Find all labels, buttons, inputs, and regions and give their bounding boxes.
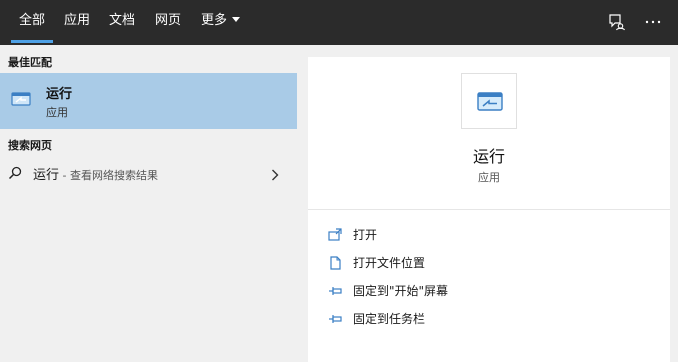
best-match-subtitle: 应用 <box>46 106 68 119</box>
run-app-icon <box>8 86 34 112</box>
search-filter-bar: 全部 应用 文档 网页 更多 <box>0 0 678 45</box>
pin-icon <box>328 311 342 325</box>
tab-documents[interactable]: 文档 <box>109 0 135 45</box>
pin-icon <box>328 283 342 297</box>
tab-all[interactable]: 全部 <box>10 0 54 45</box>
action-open[interactable]: 打开 <box>328 224 648 246</box>
tab-documents-label: 文档 <box>109 13 136 28</box>
details-panel: 运行 应用 打开 打开文件位置 固定到"开始"屏幕 固定到任务栏 <box>308 57 670 362</box>
action-open-file-location-label: 打开文件位置 <box>353 256 426 270</box>
chevron-right-icon[interactable] <box>271 166 279 181</box>
action-pin-to-taskbar[interactable]: 固定到任务栏 <box>328 308 648 330</box>
web-result-suffix: - 查看网络搜索结果 <box>59 169 158 182</box>
web-result-text: 运行 - 查看网络搜索结果 <box>33 164 158 183</box>
action-pin-to-start-label: 固定到"开始"屏幕 <box>353 284 449 298</box>
app-preview-tile <box>461 73 517 129</box>
tab-more[interactable]: 更多 <box>201 0 241 45</box>
file-location-icon <box>328 255 342 270</box>
tab-web-label: 网页 <box>155 13 182 28</box>
web-search-result[interactable]: 运行 - 查看网络搜索结果 <box>0 157 297 187</box>
search-icon <box>8 165 22 180</box>
divider <box>308 209 670 210</box>
feedback-icon[interactable] <box>605 11 627 33</box>
more-options-icon[interactable] <box>642 11 664 33</box>
tab-apps-label: 应用 <box>64 13 91 28</box>
run-app-icon <box>476 90 504 114</box>
tab-web[interactable]: 网页 <box>155 0 181 45</box>
tab-apps[interactable]: 应用 <box>64 0 90 45</box>
results-panel: 最佳匹配 运行 应用 搜索网页 运行 - 查看网络搜索结果 <box>0 45 297 362</box>
action-open-file-location[interactable]: 打开文件位置 <box>328 252 648 274</box>
action-pin-to-taskbar-label: 固定到任务栏 <box>353 312 426 326</box>
web-result-query: 运行 <box>33 168 60 183</box>
best-match-title: 运行 <box>46 87 73 102</box>
tab-more-label: 更多 <box>201 13 228 28</box>
detail-app-title: 运行 <box>472 147 505 166</box>
action-pin-to-start[interactable]: 固定到"开始"屏幕 <box>328 280 648 302</box>
best-match-item[interactable]: 运行 应用 <box>0 73 297 129</box>
open-icon <box>328 227 342 241</box>
action-open-label: 打开 <box>353 228 378 242</box>
tab-all-label: 全部 <box>19 13 46 28</box>
chevron-down-icon <box>232 17 241 22</box>
best-match-heading: 最佳匹配 <box>8 56 52 69</box>
web-search-heading: 搜索网页 <box>8 139 52 152</box>
detail-app-type: 应用 <box>478 171 500 184</box>
